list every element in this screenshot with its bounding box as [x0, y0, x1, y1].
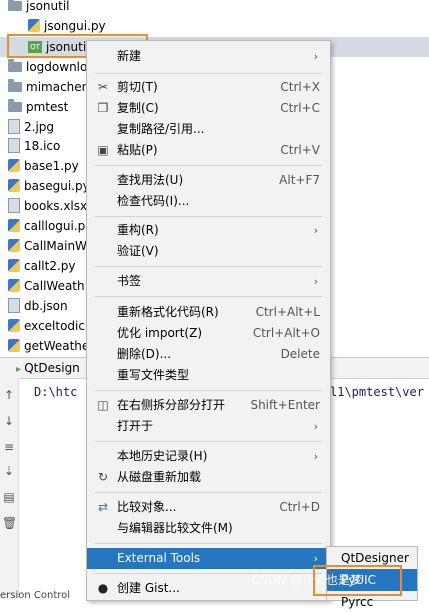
status-bar-text: ersion Control: [0, 590, 71, 601]
print-icon[interactable]: ▤: [2, 490, 16, 504]
tree-item-callweath[interactable]: CallWeath: [8, 276, 85, 296]
tree-item-base1[interactable]: base1.py: [8, 156, 79, 176]
folder-icon: [8, 58, 22, 72]
folder-icon: [8, 98, 22, 112]
tree-item-calllogui[interactable]: calllogui.p: [8, 216, 85, 236]
run-tab-qtdesigner[interactable]: ▸ QtDesign: [16, 358, 80, 378]
menu-item-open-in[interactable]: 打开于 ›: [87, 416, 330, 437]
context-menu: 新建 › ✂ 剪切(T) Ctrl+X ❐ 复制(C) Ctrl+C 复制路径/引用...…: [86, 40, 331, 601]
chevron-right-icon: ›: [313, 420, 318, 433]
run-toolbar: ↑ ↓ ≡ ⇣ ▤ 🗑: [0, 378, 19, 599]
menu-separator: [95, 73, 322, 74]
tree-item-18ico[interactable]: 18.ico: [8, 136, 60, 156]
tree-item-getweathe[interactable]: getWeathe: [8, 336, 89, 356]
menu-item-reformat[interactable]: 重新格式化代码(R) Ctrl+Alt+L: [87, 302, 330, 323]
menu-separator: [95, 492, 322, 493]
github-icon: ●: [97, 581, 109, 595]
paste-icon: ▣: [97, 143, 109, 157]
menu-item-cut[interactable]: ✂ 剪切(T) Ctrl+X: [87, 77, 330, 98]
menu-item-override-file-type[interactable]: 重写文件类型: [87, 365, 330, 386]
down-arrow-icon[interactable]: ↓: [2, 414, 16, 428]
chevron-right-icon: ›: [313, 50, 318, 63]
menu-item-reload-from-disk[interactable]: ↻ 从磁盘重新加载: [87, 467, 330, 488]
menu-item-inspect-code[interactable]: 检查代码(I)...: [87, 191, 330, 212]
menu-item-new[interactable]: 新建 ›: [87, 46, 330, 67]
up-arrow-icon[interactable]: ↑: [2, 388, 16, 402]
menu-item-compare-with-editor[interactable]: 与编辑器比较文件(M): [87, 518, 330, 539]
tree-item-callt2[interactable]: callt2.py: [8, 256, 76, 276]
menu-item-delete[interactable]: 删除(D)... Delete: [87, 344, 330, 365]
tree-item-logdownlo[interactable]: logdownlo: [8, 57, 87, 77]
menu-item-external-tools[interactable]: External Tools ›: [87, 548, 330, 569]
run-icon: ▸: [16, 364, 25, 375]
menu-item-compare-with[interactable]: ⇄ 比较对象... Ctrl+D: [87, 497, 330, 518]
chevron-right-icon: ›: [313, 224, 318, 237]
chevron-right-icon: ›: [313, 275, 318, 288]
tree-item-jsonutil[interactable]: jsonutil: [8, 0, 70, 16]
chevron-right-icon: ›: [313, 450, 318, 463]
menu-item-local-history[interactable]: 本地历史记录(H) ›: [87, 446, 330, 467]
watermark: CSDN @今天也是梦: [252, 573, 363, 587]
menu-separator: [95, 296, 322, 297]
tree-item-2jpg[interactable]: 2.jpg: [8, 117, 54, 137]
menu-item-paste[interactable]: ▣ 粘贴(P) Ctrl+V: [87, 140, 330, 161]
python-file-icon: [8, 339, 20, 352]
console-output: D:\htc: [34, 385, 78, 399]
reload-icon: ↻: [97, 470, 109, 484]
menu-item-bookmarks[interactable]: 书签 ›: [87, 271, 330, 292]
tree-item-callmainw[interactable]: CallMainW: [8, 236, 87, 256]
python-file-icon: [28, 19, 40, 32]
menu-separator: [95, 216, 322, 217]
menu-separator: [95, 390, 322, 391]
menu-item-copy[interactable]: ❐ 复制(C) Ctrl+C: [87, 98, 330, 119]
tree-item-pmtest[interactable]: pmtest: [8, 97, 68, 117]
folder-icon: [8, 0, 22, 11]
menu-separator: [95, 543, 322, 544]
python-file-icon: [8, 219, 20, 232]
spreadsheet-file-icon: [8, 198, 20, 213]
tree-item-basegui[interactable]: basegui.py: [8, 176, 90, 196]
tree-item-exceltodic[interactable]: exceltodic: [8, 316, 85, 336]
folder-icon: [8, 78, 22, 92]
soft-wrap-icon[interactable]: ≡: [2, 440, 16, 454]
tree-item-jsongui[interactable]: jsongui.py: [28, 16, 106, 36]
menu-item-find-usages[interactable]: 查找用法(U) Alt+F7: [87, 170, 330, 191]
menu-separator: [95, 165, 322, 166]
python-file-icon: [8, 239, 20, 252]
split-icon: ◫: [97, 398, 109, 412]
menu-item-optimize-imports[interactable]: 优化 import(Z) Ctrl+Alt+O: [87, 323, 330, 344]
image-file-icon: [8, 138, 20, 153]
tree-item-mimachen[interactable]: mimachen: [8, 77, 89, 97]
copy-icon: ❐: [97, 101, 109, 115]
image-file-icon: [8, 119, 20, 134]
menu-item-validate[interactable]: 验证(V): [87, 241, 330, 262]
menu-item-open-split-right[interactable]: ◫ 在右侧拆分部分打开 Shift+Enter: [87, 395, 330, 416]
tree-item-books[interactable]: books.xlsx: [8, 196, 87, 216]
python-file-icon: [8, 259, 20, 272]
python-file-icon: [8, 319, 20, 332]
tree-item-dbjson[interactable]: db.json: [8, 296, 68, 316]
python-file-icon: [8, 279, 20, 292]
scroll-to-end-icon[interactable]: ⇣: [2, 464, 16, 478]
menu-separator: [95, 266, 322, 267]
menu-separator: [95, 441, 322, 442]
console-output-right: l1\pmtest\ver: [330, 385, 424, 399]
scissors-icon: ✂: [97, 80, 109, 94]
trash-icon[interactable]: 🗑: [2, 516, 17, 530]
json-file-icon: [8, 298, 20, 313]
menu-item-copy-path[interactable]: 复制路径/引用...: [87, 119, 330, 140]
compare-icon: ⇄: [97, 500, 109, 514]
python-file-icon: [8, 159, 20, 172]
menu-item-refactor[interactable]: 重构(R) ›: [87, 220, 330, 241]
python-file-icon: [8, 179, 20, 192]
